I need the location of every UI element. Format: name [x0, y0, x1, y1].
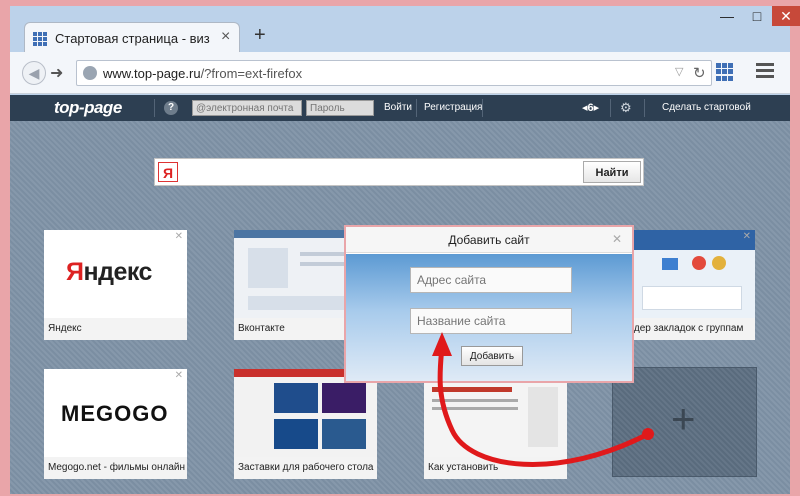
register-button[interactable]: Регистрация: [424, 102, 482, 113]
divider: [644, 99, 645, 117]
divider: [154, 99, 155, 117]
tile-close-icon[interactable]: ✕: [175, 370, 183, 381]
close-window-button[interactable]: ✕: [772, 6, 800, 26]
page-switcher[interactable]: ◂6▸: [582, 101, 599, 114]
add-site-tile[interactable]: +: [612, 367, 757, 477]
dialog-header: Добавить сайт ✕: [346, 227, 632, 253]
yandex-logo: Яндекс: [66, 258, 152, 286]
megogo-logo: MEGOGO: [61, 401, 169, 426]
divider: [610, 99, 611, 117]
hamburger-menu-icon[interactable]: [756, 63, 774, 79]
yandex-icon: Я: [158, 162, 178, 182]
add-site-dialog: Добавить сайт ✕ Добавить: [344, 225, 634, 383]
tile-label: Megogo.net - фильмы онлайн: [44, 457, 187, 479]
dialog-title: Добавить сайт: [448, 233, 530, 247]
close-icon[interactable]: ✕: [612, 232, 622, 246]
new-tab-button[interactable]: +: [254, 24, 266, 47]
search-input[interactable]: Я Найти: [154, 158, 644, 186]
dialog-body: Добавить: [346, 254, 632, 381]
site-topbar: top-page ? Войти Регистрация ◂6▸ ⚙ Сдела…: [10, 95, 790, 121]
apps-grid-icon[interactable]: [716, 63, 734, 81]
back-button[interactable]: ◀: [22, 61, 46, 85]
forward-button[interactable]: ➜: [50, 63, 63, 83]
globe-icon: [83, 66, 97, 80]
url-text[interactable]: www.top-page.ru/?from=ext-firefox: [103, 66, 302, 81]
history-dropdown-icon[interactable]: ▽: [675, 65, 683, 78]
gear-icon[interactable]: ⚙: [620, 100, 632, 116]
site-logo[interactable]: top-page: [54, 98, 122, 118]
tile-label: Заставки для рабочего стола: [234, 457, 377, 479]
tile-wallpapers[interactable]: Заставки для рабочего стола: [234, 369, 377, 479]
address-bar[interactable]: www.top-page.ru/?from=ext-firefox ▽ ↻: [76, 60, 712, 86]
password-field[interactable]: [306, 100, 374, 116]
grid-icon: [33, 32, 47, 46]
tile-how-to-install[interactable]: Как установить: [424, 369, 567, 479]
site-url-field[interactable]: [410, 267, 572, 293]
browser-tab[interactable]: Стартовая страница - виз ×: [24, 22, 240, 52]
make-start-page-button[interactable]: Сделать стартовой: [662, 102, 751, 113]
email-field[interactable]: [192, 100, 302, 116]
tile-label: Как установить: [424, 457, 567, 479]
reload-icon[interactable]: ↻: [693, 64, 706, 82]
divider: [482, 99, 483, 117]
tab-title: Стартовая страница - виз: [55, 31, 210, 46]
tile-close-icon[interactable]: ✕: [743, 231, 751, 242]
navigation-bar: ◀ ➜ www.top-page.ru/?from=ext-firefox ▽ …: [10, 52, 790, 94]
divider: [416, 99, 417, 117]
tile-close-icon[interactable]: ✕: [175, 231, 183, 242]
tile-megogo[interactable]: MEGOGO ✕ Megogo.net - фильмы онлайн: [44, 369, 187, 479]
site-name-field[interactable]: [410, 308, 572, 334]
login-button[interactable]: Войти: [384, 102, 412, 113]
plus-icon: +: [671, 395, 696, 442]
add-site-button[interactable]: Добавить: [461, 346, 523, 366]
tile-label: Яндекс: [44, 318, 187, 340]
tab-close-icon[interactable]: ×: [221, 28, 230, 46]
minimize-button[interactable]: —: [712, 6, 742, 26]
tile-yandex[interactable]: Яндекс ✕ Яндекс: [44, 230, 187, 340]
maximize-button[interactable]: □: [742, 6, 772, 26]
help-icon[interactable]: ?: [164, 101, 178, 115]
search-button[interactable]: Найти: [583, 161, 641, 183]
